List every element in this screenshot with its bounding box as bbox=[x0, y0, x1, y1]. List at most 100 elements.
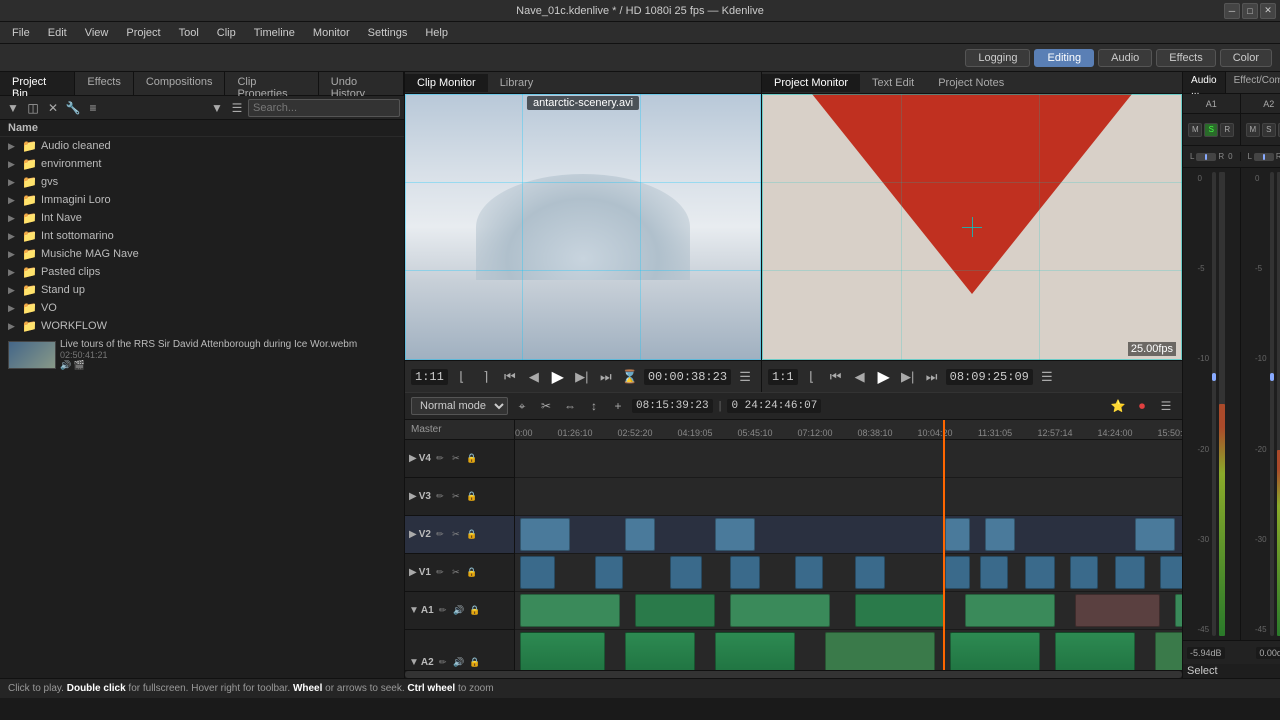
tab-undo-history[interactable]: Undo History bbox=[319, 72, 404, 95]
tab-compositions[interactable]: Compositions bbox=[134, 72, 226, 95]
clip-v2-4[interactable] bbox=[945, 518, 970, 551]
clip-a2-7[interactable] bbox=[1155, 632, 1182, 670]
clip-a2-1[interactable] bbox=[520, 632, 605, 670]
clip-v1-12[interactable] bbox=[1160, 556, 1182, 589]
maximize-button[interactable]: □ bbox=[1242, 3, 1258, 19]
clip-v2-1[interactable] bbox=[520, 518, 570, 551]
editing-button[interactable]: Editing bbox=[1034, 49, 1094, 67]
fader-track-a1[interactable] bbox=[1212, 172, 1216, 636]
track-lock-v4[interactable]: ✏ bbox=[433, 452, 447, 466]
clip-a1-1[interactable] bbox=[520, 594, 620, 627]
menu-settings[interactable]: Settings bbox=[360, 25, 416, 41]
clip-a2-3[interactable] bbox=[715, 632, 795, 670]
proj-step-fwd[interactable]: ▶| bbox=[898, 367, 918, 387]
track-mute-a2[interactable]: 🔊 bbox=[452, 655, 466, 669]
clip-menu-button[interactable]: ☰ bbox=[735, 367, 755, 387]
clip-v1-2[interactable] bbox=[595, 556, 623, 589]
tab-project-monitor[interactable]: Project Monitor bbox=[762, 74, 860, 92]
proj-fast-fwd[interactable]: ⏭ bbox=[922, 367, 942, 387]
track-mute-v2[interactable]: ✂ bbox=[449, 528, 463, 542]
track-mute-v4[interactable]: ✂ bbox=[449, 452, 463, 466]
proj-step-back[interactable]: ◀ bbox=[850, 367, 870, 387]
color-button[interactable]: Color bbox=[1220, 49, 1272, 67]
track-row-a1[interactable] bbox=[515, 592, 1182, 630]
track-content-area[interactable]: 00:00:00 01:26:10 02:52:20 04:19:05 05:4… bbox=[515, 420, 1182, 670]
project-monitor-screen[interactable]: 25.00fps bbox=[762, 94, 1182, 360]
clip-v2-2[interactable] bbox=[625, 518, 655, 551]
track-lock-a1[interactable]: ✏ bbox=[436, 604, 450, 618]
clip-a1-7[interactable] bbox=[1175, 594, 1182, 627]
clip-v1-6[interactable] bbox=[855, 556, 885, 589]
track-lock-v2[interactable]: ✏ bbox=[433, 528, 447, 542]
menu-timeline[interactable]: Timeline bbox=[246, 25, 303, 41]
bin-folder-immagini[interactable]: ▶ 📁 Immagini Loro bbox=[0, 191, 404, 209]
tab-audio-mixer[interactable]: Audio ... bbox=[1183, 72, 1226, 93]
clip-a1-3[interactable] bbox=[730, 594, 830, 627]
clip-v2-6[interactable] bbox=[1135, 518, 1175, 551]
tab-project-notes[interactable]: Project Notes bbox=[926, 74, 1016, 92]
track-expand-v1[interactable]: ▶ bbox=[409, 567, 417, 578]
track-row-v2[interactable] bbox=[515, 516, 1182, 554]
loop-button[interactable]: ⌛ bbox=[620, 367, 640, 387]
clip-v1-9[interactable] bbox=[1025, 556, 1055, 589]
track-solo-a2[interactable]: 🔒 bbox=[468, 655, 482, 669]
tab-text-edit[interactable]: Text Edit bbox=[860, 74, 926, 92]
bin-folder-int-sottomarino[interactable]: ▶ 📁 Int sottomarino bbox=[0, 227, 404, 245]
track-expand-v2[interactable]: ▶ bbox=[409, 529, 417, 540]
tl-spacer-btn[interactable]: ⇔ bbox=[560, 396, 580, 416]
track-solo-a1[interactable]: 🔒 bbox=[468, 604, 482, 618]
clip-v1-11[interactable] bbox=[1115, 556, 1145, 589]
tl-group-btn[interactable]: + bbox=[608, 396, 628, 416]
menu-view[interactable]: View bbox=[77, 25, 117, 41]
timeline-scrollbar[interactable] bbox=[405, 670, 1182, 678]
clip-a2-2[interactable] bbox=[625, 632, 695, 670]
bin-folder-musiche[interactable]: ▶ 📁 Musiche MAG Nave bbox=[0, 245, 404, 263]
track-expand-a1[interactable]: ▼ bbox=[409, 605, 419, 616]
clip-a1-6[interactable] bbox=[1075, 594, 1160, 627]
track-expand-v3[interactable]: ▶ bbox=[409, 491, 417, 502]
bin-more[interactable]: ≡ bbox=[84, 99, 102, 117]
tab-clip-monitor[interactable]: Clip Monitor bbox=[405, 74, 488, 92]
tab-library[interactable]: Library bbox=[488, 74, 546, 92]
track-solo-v1[interactable]: 🔒 bbox=[465, 566, 479, 580]
bin-clip-props[interactable]: 🔧 bbox=[64, 99, 82, 117]
proj-play[interactable]: ▶ bbox=[874, 367, 894, 387]
menu-edit[interactable]: Edit bbox=[40, 25, 75, 41]
clip-v2-5[interactable] bbox=[985, 518, 1015, 551]
bin-folder-audio-cleaned[interactable]: ▶ 📁 Audio cleaned bbox=[0, 137, 404, 155]
minimize-button[interactable]: ─ bbox=[1224, 3, 1240, 19]
ch-a1-rec[interactable]: R bbox=[1220, 123, 1234, 137]
bin-clip-rrs[interactable]: Live tours of the RRS Sir David Attenbor… bbox=[0, 335, 404, 375]
menu-help[interactable]: Help bbox=[417, 25, 456, 41]
timeline-mode-select[interactable]: Normal mode bbox=[411, 397, 508, 415]
effects-button[interactable]: Effects bbox=[1156, 49, 1215, 67]
bin-search-input[interactable] bbox=[248, 99, 400, 117]
tab-effect-compositor[interactable]: Effect/Compositi... bbox=[1226, 72, 1280, 93]
clip-v1-7[interactable] bbox=[945, 556, 970, 589]
fader-knob-a2[interactable] bbox=[1270, 373, 1274, 381]
close-button[interactable]: ✕ bbox=[1260, 3, 1276, 19]
track-mute-a1[interactable]: 🔊 bbox=[452, 604, 466, 618]
menu-clip[interactable]: Clip bbox=[209, 25, 244, 41]
track-mute-v1[interactable]: ✂ bbox=[449, 566, 463, 580]
clip-v1-3[interactable] bbox=[670, 556, 702, 589]
bin-folder-standup[interactable]: ▶ 📁 Stand up bbox=[0, 281, 404, 299]
clip-monitor-screen[interactable]: antarctic-scenery.avi bbox=[405, 94, 761, 360]
tl-mark-in[interactable]: ⭐ bbox=[1108, 396, 1128, 416]
clip-a1-4[interactable] bbox=[855, 594, 945, 627]
tab-clip-properties[interactable]: Clip Properties bbox=[225, 72, 318, 95]
tab-effects[interactable]: Effects bbox=[75, 72, 133, 95]
logging-button[interactable]: Logging bbox=[965, 49, 1030, 67]
clip-a1-5[interactable] bbox=[965, 594, 1055, 627]
track-row-v4[interactable] bbox=[515, 440, 1182, 478]
ch-a1-solo[interactable]: S bbox=[1204, 123, 1218, 137]
play-button[interactable]: ▶ bbox=[548, 367, 568, 387]
menu-project[interactable]: Project bbox=[118, 25, 168, 41]
clip-v1-8[interactable] bbox=[980, 556, 1008, 589]
ch-a2-solo[interactable]: S bbox=[1262, 123, 1276, 137]
set-out-button[interactable]: ⌉ bbox=[476, 367, 496, 387]
proj-set-in[interactable]: ⌊ bbox=[802, 367, 822, 387]
menu-tool[interactable]: Tool bbox=[171, 25, 207, 41]
clip-v1-1[interactable] bbox=[520, 556, 555, 589]
fader-track-a2[interactable] bbox=[1270, 172, 1274, 636]
